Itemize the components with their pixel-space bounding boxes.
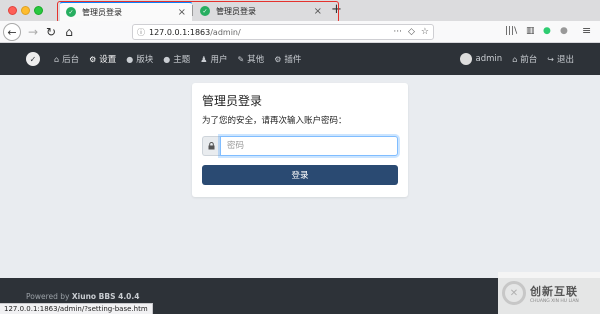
home-icon: ⌂ — [54, 54, 60, 64]
back-icon[interactable]: ← — [3, 23, 21, 41]
watermark-cn: 创新互联 — [530, 284, 578, 298]
page-actions-icon[interactable]: ··· — [393, 27, 402, 37]
nav-item-forums[interactable]: ● 版块 — [126, 53, 154, 66]
nav-label: 版块 — [136, 55, 154, 65]
bookmark-star-icon[interactable]: ☆ — [421, 27, 429, 37]
lock-icon — [202, 136, 220, 156]
nav-item-logout[interactable]: ↪ 退出 — [547, 53, 574, 66]
nav-item-admin-user[interactable]: admin — [459, 53, 503, 65]
nav-label: 用户 — [210, 55, 228, 65]
comment-icon: ● — [126, 54, 134, 64]
watermark-text: 创新互联 CHUANG XIN HU LIAN — [530, 283, 579, 304]
password-input[interactable] — [220, 136, 398, 156]
wrench-icon: ✎ — [237, 54, 245, 64]
site-logo-icon[interactable]: ✓ — [26, 52, 40, 66]
avatar — [459, 53, 472, 65]
site-info-icon[interactable]: ⓘ — [137, 27, 145, 38]
nav-label: 退出 — [556, 55, 574, 65]
url-host: 127.0.0.1:1863 — [149, 27, 211, 37]
comment-icon: ● — [163, 54, 171, 64]
powered-prefix: Powered by — [26, 292, 70, 301]
browser-toolbar: ← → ↻ ⌂ ⓘ 127.0.0.1:1863/admin/ ··· ◇ ☆ … — [0, 21, 600, 43]
nav-item-plugins[interactable]: ⚙ 插件 — [274, 53, 302, 66]
account-icon[interactable]: ● — [543, 26, 551, 36]
powered-by-text: Powered by Xiuno BBS 4.0.4 — [26, 292, 139, 301]
nav-label: 插件 — [284, 55, 302, 65]
admin-login-card: 管理员登录 为了您的安全，请再次输入账户密码： 登录 — [192, 83, 408, 197]
nav-item-frontend[interactable]: ⌂ 前台 — [512, 53, 538, 66]
powered-link[interactable]: Xiuno BBS 4.0.4 — [72, 292, 140, 301]
nav-item-other[interactable]: ✎ 其他 — [237, 53, 265, 66]
page-title: 管理员登录 — [202, 94, 263, 108]
url-path: /admin/ — [210, 27, 241, 37]
login-button[interactable]: 登录 — [202, 165, 398, 185]
nav-label: 前台 — [520, 55, 538, 65]
browser-tab-strip: ✓ 管理员登录 × ✓ 管理员登录 × + — [0, 0, 600, 23]
nav-item-users[interactable]: ♟ 用户 — [200, 53, 228, 66]
library-icon[interactable]: |||\ — [505, 26, 517, 36]
watermark-logo-icon: ✕ — [502, 281, 526, 305]
menu-icon[interactable]: ≡ — [582, 24, 591, 37]
nav-label: 设置 — [99, 55, 117, 65]
pocket-icon[interactable]: ◇ — [408, 27, 415, 37]
login-description: 为了您的安全，请再次输入账户密码： — [202, 116, 347, 126]
sign-out-icon: ↪ — [547, 54, 554, 64]
home-icon[interactable]: ⌂ — [60, 23, 78, 41]
gear-icon: ⚙ — [89, 54, 97, 64]
url-text[interactable]: 127.0.0.1:1863/admin/ — [149, 28, 387, 37]
nav-label: 后台 — [62, 55, 80, 65]
watermark-en: CHUANG XIN HU LIAN — [530, 298, 579, 304]
nav-label: 其他 — [247, 55, 265, 65]
watermark: ✕ 创新互联 CHUANG XIN HU LIAN — [498, 272, 600, 314]
url-bar[interactable]: ⓘ 127.0.0.1:1863/admin/ ··· ◇ ☆ — [132, 24, 434, 40]
nav-label: admin — [475, 54, 503, 64]
user-icon: ♟ — [200, 54, 208, 64]
reload-icon[interactable]: ↻ — [42, 23, 60, 41]
sidebar-icon[interactable]: ▥ — [526, 26, 535, 36]
maximize-window-button[interactable] — [34, 6, 43, 15]
cogs-icon: ⚙ — [274, 54, 282, 64]
extension-icon[interactable]: ● — [560, 26, 568, 36]
close-window-button[interactable] — [8, 6, 17, 15]
nav-item-backend[interactable]: ⌂ 后台 — [54, 53, 80, 66]
nav-item-threads[interactable]: ● 主题 — [163, 53, 191, 66]
nav-item-settings[interactable]: ⚙ 设置 — [89, 53, 117, 66]
home-icon: ⌂ — [512, 54, 518, 64]
nav-label: 主题 — [173, 55, 191, 65]
password-input-group — [202, 136, 398, 156]
minimize-window-button[interactable] — [21, 6, 30, 15]
forward-icon[interactable]: → — [24, 23, 42, 41]
admin-header-nav: ✓ ⌂ 后台 ⚙ 设置 ● 版块 ● 主题 ♟ 用户 ✎ 其他 ⚙ 插件 admin ⌂ 前台 … — [0, 43, 600, 75]
status-bar-url: 127.0.0.1:1863/admin/?setting-base.htm — [0, 303, 153, 314]
tabs-highlight-annotation — [57, 1, 339, 23]
